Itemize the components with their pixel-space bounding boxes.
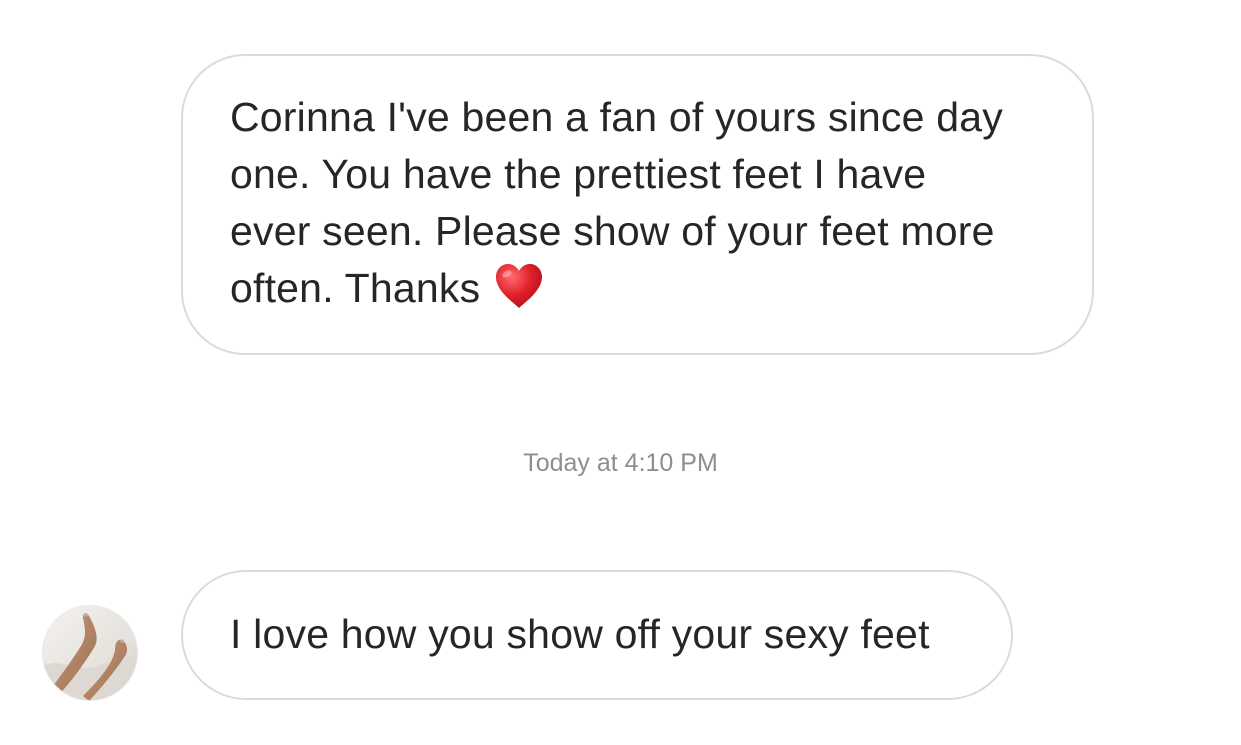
message-text-line: one. You have the prettiest feet I have bbox=[230, 151, 927, 197]
message-text-fragment: often. Thanks bbox=[230, 265, 481, 311]
timestamp: Today at 4:10 PM bbox=[523, 449, 718, 477]
message-text: I love how you show off your sexy feet bbox=[230, 611, 930, 657]
avatar[interactable] bbox=[42, 605, 138, 701]
red-heart-icon bbox=[494, 262, 544, 325]
message-text-line: Corinna I've been a fan of yours since d… bbox=[230, 94, 1003, 140]
message-bubble-incoming[interactable]: I love how you show off your sexy feet bbox=[181, 570, 1013, 700]
message-text-line: often. Thanks bbox=[230, 260, 1052, 325]
message-bubble-incoming[interactable]: Corinna I've been a fan of yours since d… bbox=[181, 54, 1094, 355]
message-text-line: ever seen. Please show of your feet more bbox=[230, 208, 995, 254]
